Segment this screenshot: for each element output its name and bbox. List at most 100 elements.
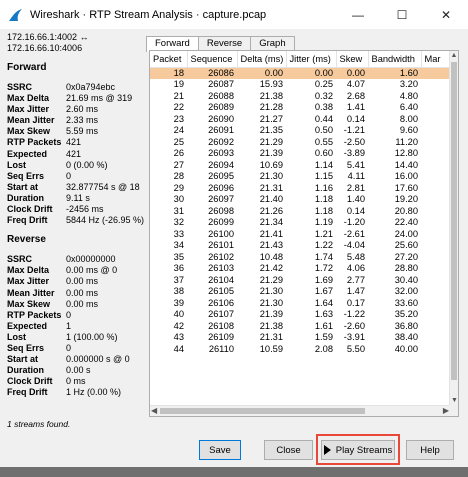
- stat-value: 0.00 ms @ 0: [66, 265, 118, 276]
- maximize-button[interactable]: ☐: [380, 0, 424, 29]
- stat-label: Start at: [7, 181, 39, 192]
- column-header[interactable]: Mar: [421, 51, 453, 68]
- table-row[interactable]: 25 26092 21.29 0.55 -2.50 11.20: [150, 137, 452, 149]
- stat-row: SSRC 0x00000000: [7, 254, 149, 265]
- table-cell: 0.60: [314, 148, 333, 158]
- vertical-scroll-thumb[interactable]: [451, 62, 457, 380]
- table-row[interactable]: 34 26101 21.43 1.22 -4.04 25.60: [150, 240, 452, 252]
- table-row[interactable]: 31 26098 21.26 1.18 0.14 20.80: [150, 206, 452, 218]
- table-row[interactable]: 24 26091 21.35 0.50 -1.21 9.60: [150, 125, 452, 137]
- help-button-label: Help: [420, 444, 440, 456]
- stat-row: Start at 32.877754 s @ 18: [7, 182, 149, 193]
- table-cell: 26097: [208, 194, 234, 204]
- table-cell: -4.04: [343, 240, 365, 250]
- table-cell: 24.00: [394, 228, 418, 239]
- stat-value: 0.00 ms: [66, 287, 99, 298]
- stat-label: Seq Errs: [7, 170, 45, 181]
- stat-label: Max Skew: [7, 298, 51, 309]
- table-row[interactable]: 29 26096 21.31 1.16 2.81 17.60: [150, 183, 452, 195]
- table-cell-empty: [421, 183, 452, 195]
- table-row[interactable]: 43 26109 21.31 1.59 -3.91 38.40: [150, 332, 452, 344]
- table-row[interactable]: 21 26088 21.38 0.32 2.68 4.80: [150, 91, 452, 103]
- stat-row: Expected 1: [7, 321, 149, 332]
- table-row[interactable]: 19 26087 15.93 0.25 4.07 3.20: [150, 79, 452, 91]
- stat-row: Seq Errs 0: [7, 343, 149, 354]
- help-button[interactable]: Help: [406, 440, 454, 460]
- column-header[interactable]: Jitter (ms): [286, 51, 337, 68]
- table-row[interactable]: 35 26102 10.48 1.74 5.48 27.20: [150, 252, 452, 264]
- table-cell-empty: [421, 344, 452, 356]
- table-cell: 3.20: [399, 79, 418, 89]
- table-row[interactable]: 32 26099 21.34 1.19 -1.20 22.40: [150, 217, 452, 229]
- table-cell: 22: [173, 102, 184, 112]
- stat-label: Mean Jitter: [7, 287, 55, 298]
- table-row[interactable]: 39 26106 21.30 1.64 0.17 33.60: [150, 298, 452, 310]
- table-cell: -2.50: [343, 136, 365, 147]
- table-row[interactable]: 23 26090 21.27 0.44 0.14 8.00: [150, 114, 452, 126]
- column-header[interactable]: Sequence: [187, 51, 238, 68]
- vertical-scrollbar[interactable]: ▲ ▼: [449, 51, 458, 406]
- table-row[interactable]: 40 26107 21.39 1.63 -1.22 35.20: [150, 309, 452, 321]
- tab-reverse[interactable]: Reverse: [197, 36, 252, 51]
- stat-row: Mean Jitter 2.33 ms: [7, 115, 149, 126]
- stat-row: Expected 421: [7, 149, 149, 160]
- table-cell: 0.55: [314, 136, 333, 147]
- table-cell: 1.14: [314, 159, 333, 170]
- table-cell: 21.30: [259, 286, 283, 296]
- column-header[interactable]: Packet: [150, 51, 188, 68]
- tab-graph[interactable]: Graph: [250, 36, 295, 51]
- stat-row: Lost 0 (0.00 %): [7, 160, 149, 171]
- table-row[interactable]: 27 26094 10.69 1.14 5.41 14.40: [150, 160, 452, 172]
- scroll-left-arrow-icon[interactable]: ◀: [151, 406, 157, 416]
- stat-row: Max Skew 5.59 ms: [7, 126, 149, 137]
- table-row[interactable]: 37 26104 21.29 1.69 2.77 30.40: [150, 275, 452, 287]
- table-row[interactable]: 28 26095 21.30 1.15 4.11 16.00: [150, 171, 452, 183]
- horizontal-scroll-thumb[interactable]: [160, 408, 365, 414]
- stat-value: 0.00 ms: [66, 276, 99, 287]
- table-row[interactable]: 26 26093 21.39 0.60 -3.89 12.80: [150, 148, 452, 160]
- stat-value: 421: [66, 148, 82, 159]
- table-cell-empty: [421, 229, 452, 241]
- table-row[interactable]: 18 26086 0.00 0.00 0.00 1.60: [150, 67, 452, 79]
- table-cell: 38: [173, 286, 184, 296]
- table-cell: 10.59: [259, 343, 283, 354]
- scroll-up-arrow-icon[interactable]: ▲: [450, 51, 458, 61]
- column-header[interactable]: Delta (ms): [237, 51, 287, 68]
- table-cell: 26099: [208, 217, 234, 227]
- table-cell: 26094: [208, 159, 234, 170]
- table-row[interactable]: 44 26110 10.59 2.08 5.50 40.00: [150, 344, 452, 356]
- table-row[interactable]: 33 26100 21.41 1.21 -2.61 24.00: [150, 229, 452, 241]
- column-header[interactable]: Bandwidth: [368, 51, 422, 68]
- table-row[interactable]: 22 26089 21.28 0.38 1.41 6.40: [150, 102, 452, 114]
- table-cell-empty: [421, 114, 452, 126]
- table-row[interactable]: 30 26097 21.40 1.18 1.40 19.20: [150, 194, 452, 206]
- table-cell: -1.21: [343, 125, 365, 135]
- table-cell: 5.50: [346, 343, 365, 354]
- table-cell: -3.89: [343, 148, 365, 158]
- close-button[interactable]: Close: [264, 440, 313, 460]
- stat-value: 0 ms: [66, 376, 86, 387]
- table-cell: 1.63: [314, 309, 333, 319]
- column-header[interactable]: Skew: [336, 51, 369, 68]
- table-cell: 35.20: [394, 309, 418, 319]
- table-row[interactable]: 36 26103 21.42 1.72 4.06 28.80: [150, 263, 452, 275]
- table-cell: -1.22: [343, 309, 365, 319]
- table-cell: 26100: [208, 228, 234, 239]
- table-row[interactable]: 38 26105 21.30 1.67 1.47 32.00: [150, 286, 452, 298]
- tab-bar: Forward Reverse Graph: [146, 36, 295, 52]
- table-row[interactable]: 42 26108 21.38 1.61 -2.60 36.80: [150, 321, 452, 333]
- horizontal-scrollbar[interactable]: ◀ ▶: [150, 405, 450, 416]
- stat-row: Seq Errs 0: [7, 171, 149, 182]
- close-window-button[interactable]: ✕: [424, 0, 468, 29]
- table-cell-empty: [421, 148, 452, 160]
- minimize-button[interactable]: —: [336, 0, 380, 29]
- stat-value: 421: [66, 137, 82, 148]
- stat-label: Start at: [7, 354, 39, 365]
- table-cell: 23: [173, 113, 184, 124]
- stream-stats-panel: 172.16.66.1:4002 ↔ 172.16.66.10:4006 For…: [7, 30, 149, 408]
- streams-found-text: 1 streams found.: [7, 419, 71, 429]
- table-cell: 26090: [208, 113, 234, 124]
- stat-row: Clock Drift -2456 ms: [7, 204, 149, 215]
- table-cell: 2.77: [346, 274, 365, 285]
- save-button[interactable]: Save: [199, 440, 241, 460]
